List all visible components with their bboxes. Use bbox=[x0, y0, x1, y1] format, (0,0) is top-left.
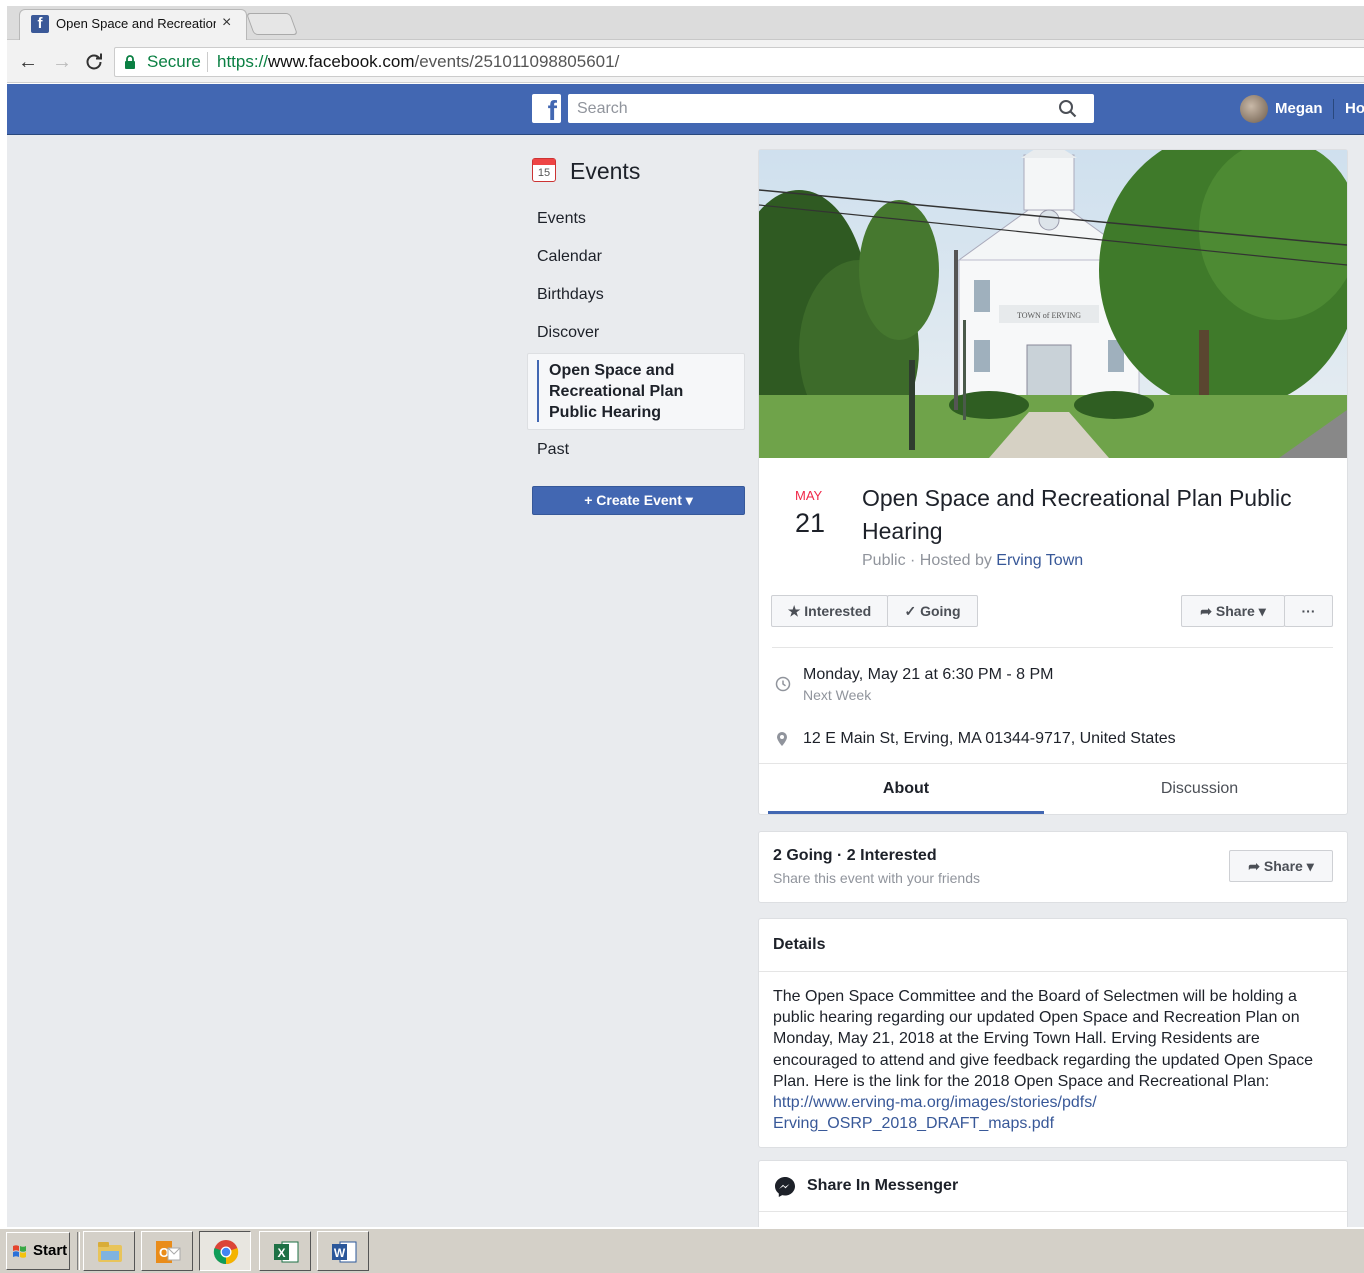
sidebar-item-birthdays[interactable]: Birthdays bbox=[537, 285, 604, 305]
event-relative-time: Next Week bbox=[803, 687, 872, 703]
active-tab-indicator bbox=[768, 811, 1044, 814]
privacy-label: Public bbox=[862, 552, 906, 569]
file-explorer-icon bbox=[98, 1242, 122, 1262]
divider bbox=[759, 763, 1347, 764]
word-icon: W bbox=[332, 1241, 357, 1263]
tab-close-icon[interactable]: × bbox=[222, 14, 236, 32]
url-separator bbox=[207, 52, 208, 72]
host-link[interactable]: Erving Town bbox=[996, 552, 1083, 569]
sidebar-item-past[interactable]: Past bbox=[537, 440, 569, 460]
interested-button[interactable]: ★ Interested bbox=[771, 595, 888, 627]
svg-text:X: X bbox=[277, 1246, 285, 1260]
interested-label: Interested bbox=[804, 603, 872, 619]
sidebar-item-discover[interactable]: Discover bbox=[537, 323, 599, 343]
forward-icon[interactable]: → bbox=[50, 50, 74, 74]
divider bbox=[759, 1211, 1347, 1212]
share-arrow-icon: ➦ bbox=[1248, 858, 1260, 874]
event-date-day: 21 bbox=[795, 508, 826, 538]
back-icon[interactable]: ← bbox=[16, 50, 40, 74]
taskbar-chrome[interactable] bbox=[199, 1231, 251, 1271]
details-heading: Details bbox=[773, 936, 826, 953]
lock-icon bbox=[125, 55, 135, 69]
osrp-pdf-link[interactable]: http://www.erving-ma.org/images/stories/… bbox=[773, 1094, 1097, 1132]
town-sign-text: TOWN of ERVING bbox=[1017, 311, 1081, 320]
facebook-logo-icon[interactable]: f bbox=[532, 94, 561, 123]
profile-link[interactable]: Megan bbox=[1275, 99, 1323, 119]
event-date-month: MAY bbox=[795, 488, 823, 503]
event-address[interactable]: 12 E Main St, Erving, MA 01344-9717, Uni… bbox=[803, 729, 1176, 749]
svg-text:W: W bbox=[334, 1246, 346, 1260]
url-host: www.facebook.com bbox=[268, 52, 415, 71]
new-tab-button[interactable] bbox=[245, 13, 299, 35]
event-cover-photo[interactable]: TOWN of ERVING bbox=[759, 150, 1347, 458]
chevron-down-icon: ▾ bbox=[1306, 858, 1314, 874]
taskbar-outlook[interactable]: O bbox=[141, 1231, 193, 1271]
event-title: Open Space and Recreational Plan Public … bbox=[862, 485, 1292, 544]
stats-subtitle: Share this event with your friends bbox=[773, 870, 980, 886]
share-arrow-icon: ➦ bbox=[1200, 603, 1212, 619]
share-button[interactable]: ➦ Share ▾ bbox=[1181, 595, 1285, 627]
hosted-by-label: Hosted by bbox=[919, 552, 992, 569]
star-icon: ★ bbox=[787, 603, 801, 619]
create-event-button[interactable]: + Create Event ▾ bbox=[532, 486, 745, 515]
secure-label: Secure bbox=[147, 52, 201, 71]
search-icon[interactable] bbox=[1057, 98, 1079, 120]
taskbar-word[interactable]: W bbox=[317, 1231, 369, 1271]
search-input[interactable] bbox=[577, 98, 1027, 120]
url-text[interactable]: https://www.facebook.com/events/25101109… bbox=[217, 52, 619, 72]
messenger-icon bbox=[775, 1177, 795, 1197]
chrome-icon bbox=[213, 1240, 239, 1265]
sidebar-item-label: Open Space and Recreational Plan Public … bbox=[549, 362, 684, 421]
more-options-button[interactable]: ··· bbox=[1284, 595, 1333, 627]
windows-flag-icon bbox=[13, 1245, 26, 1258]
share-in-messenger[interactable]: Share In Messenger bbox=[807, 1176, 958, 1196]
guest-counts[interactable]: 2 Going · 2 Interested bbox=[773, 846, 937, 866]
sidebar-item-calendar[interactable]: Calendar bbox=[537, 247, 602, 267]
facebook-favicon-icon: f bbox=[31, 15, 49, 33]
tab-discussion[interactable]: Discussion bbox=[1052, 778, 1347, 800]
details-text: The Open Space Committee and the Board o… bbox=[773, 988, 1313, 1090]
going-label: Going bbox=[920, 603, 961, 619]
sidebar-heading: Events bbox=[570, 158, 641, 184]
details-body: The Open Space Committee and the Board o… bbox=[773, 986, 1335, 1134]
header-separator bbox=[1333, 99, 1334, 119]
going-button[interactable]: ✓ Going bbox=[887, 595, 978, 627]
clock-icon bbox=[775, 676, 791, 692]
divider bbox=[759, 971, 1347, 972]
excel-icon: X bbox=[274, 1241, 299, 1263]
taskbar-file-explorer[interactable] bbox=[83, 1231, 135, 1271]
location-pin-icon bbox=[777, 732, 787, 746]
calendar-icon: 15 bbox=[532, 158, 556, 182]
share-label: Share bbox=[1263, 858, 1303, 874]
home-link[interactable]: Home bbox=[1345, 99, 1364, 119]
taskbar-excel[interactable]: X bbox=[259, 1231, 311, 1271]
tab-title: Open Space and Recreation bbox=[56, 16, 216, 31]
sidebar-item-events[interactable]: Events bbox=[537, 209, 586, 229]
avatar[interactable] bbox=[1240, 95, 1268, 123]
check-icon: ✓ bbox=[904, 603, 917, 619]
share-button-secondary[interactable]: ➦ Share ▾ bbox=[1229, 850, 1333, 882]
share-label: Share bbox=[1215, 603, 1255, 619]
chevron-down-icon: ▾ bbox=[1258, 603, 1266, 619]
event-time[interactable]: Monday, May 21 at 6:30 PM - 8 PM bbox=[803, 665, 1053, 685]
active-indicator bbox=[537, 360, 539, 422]
url-path: /events/251011098805601/ bbox=[414, 52, 620, 71]
divider bbox=[772, 647, 1333, 648]
event-host-line: Public · Hosted by Erving Town bbox=[862, 552, 1084, 569]
link-line-2: Erving_OSRP_2018_DRAFT_maps.pdf bbox=[773, 1115, 1055, 1133]
link-line-1: http://www.erving-ma.org/images/stories/… bbox=[773, 1094, 1097, 1112]
tab-about[interactable]: About bbox=[768, 778, 1044, 800]
url-protocol: https:// bbox=[217, 52, 269, 71]
outlook-icon: O bbox=[156, 1241, 181, 1263]
taskbar-divider bbox=[77, 1232, 80, 1270]
town-hall-photo: TOWN of ERVING bbox=[759, 150, 1347, 458]
reload-icon[interactable] bbox=[82, 50, 106, 74]
